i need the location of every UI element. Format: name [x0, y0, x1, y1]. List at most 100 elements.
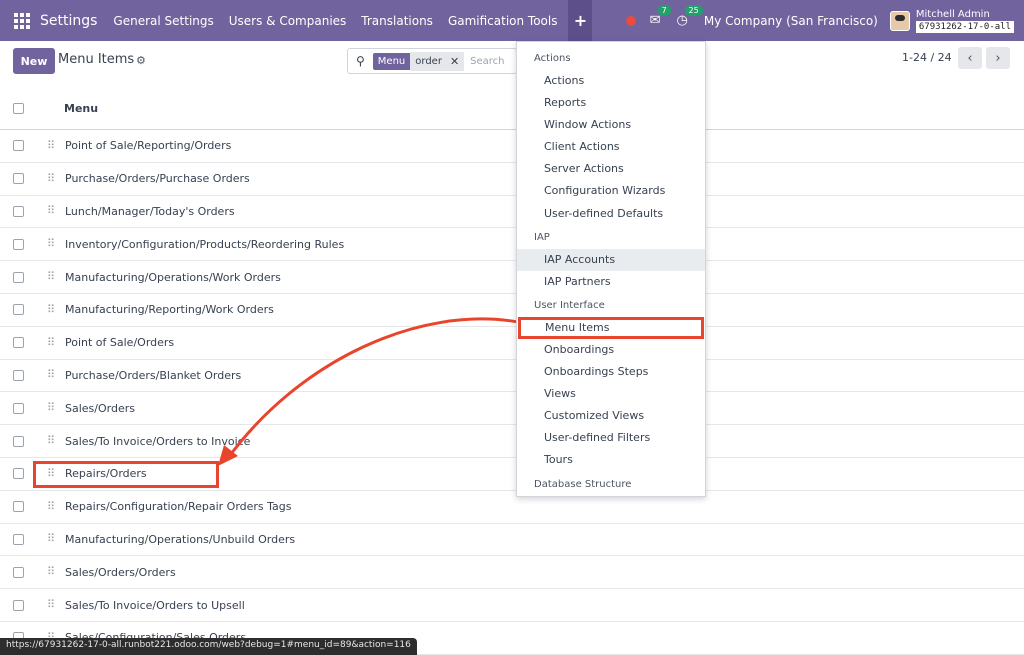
row-checkbox[interactable] — [13, 140, 24, 152]
table-row[interactable]: ⠿ Repairs/Configuration/Repair Orders Tag… — [0, 491, 1024, 524]
table-row[interactable]: ⠿ Lunch/Manager/Today's Orders — [0, 196, 1024, 229]
menu-cell[interactable]: Manufacturing/Operations/Unbuild Orders — [65, 533, 295, 546]
dropdown-item[interactable]: Tours — [517, 449, 705, 471]
dropdown-item[interactable]: Onboardings — [517, 339, 705, 361]
menu-cell[interactable]: Sales/To Invoice/Orders to Upsell — [65, 599, 245, 612]
dropdown-item[interactable]: Views — [517, 383, 705, 405]
dropdown-item[interactable]: Server Actions — [517, 158, 705, 180]
dropdown-item[interactable]: IAP Accounts — [517, 248, 705, 271]
dropdown-item[interactable]: Onboardings Steps — [517, 361, 705, 383]
column-header-menu[interactable]: Menu — [64, 102, 98, 115]
menu-cell[interactable]: Lunch/Manager/Today's Orders — [65, 205, 235, 218]
table-row[interactable]: ⠿ Manufacturing/Reporting/Work Orders — [0, 294, 1024, 327]
menu-cell[interactable]: Purchase/Orders/Blanket Orders — [65, 369, 241, 382]
drag-handle-icon[interactable]: ⠿ — [47, 533, 55, 544]
nav-gamification-tools[interactable]: Gamification Tools — [448, 14, 558, 28]
dropdown-item[interactable]: Client Actions — [517, 136, 705, 158]
drag-handle-icon[interactable]: ⠿ — [47, 238, 55, 249]
apps-menu-icon[interactable] — [14, 12, 30, 29]
messages-icon[interactable]: ✉ 7 — [650, 5, 671, 28]
drag-handle-icon[interactable]: ⠿ — [47, 566, 55, 577]
table-row[interactable]: ⠿ Manufacturing/Operations/Unbuild Orders — [0, 524, 1024, 557]
drag-handle-icon[interactable]: ⠿ — [47, 501, 55, 512]
drag-handle-icon[interactable]: ⠿ — [47, 337, 55, 348]
search-bar[interactable]: ⚲ Menu order ✕ Search — [347, 48, 517, 74]
table-row[interactable]: ⠿ Sales/Orders/Orders — [0, 556, 1024, 590]
dropdown-section-title: User Interface — [534, 299, 605, 311]
row-checkbox[interactable] — [13, 304, 24, 316]
nav-technical-plus-menu[interactable]: + — [568, 0, 593, 41]
new-button[interactable]: New — [13, 48, 55, 74]
company-switcher[interactable]: My Company (San Francisco) — [704, 14, 878, 28]
row-checkbox[interactable] — [13, 337, 24, 349]
row-checkbox[interactable] — [13, 173, 24, 185]
menu-cell[interactable]: Point of Sale/Reporting/Orders — [65, 139, 231, 152]
pager-previous-button[interactable]: ‹ — [958, 47, 982, 69]
row-checkbox[interactable] — [13, 205, 24, 217]
debug-bug-icon[interactable] — [625, 15, 636, 26]
row-checkbox[interactable] — [13, 468, 24, 480]
table-row[interactable]: ⠿ Sales/Orders — [0, 392, 1024, 426]
pager-value[interactable]: 1-24 / 24 — [902, 51, 952, 64]
row-checkbox[interactable] — [13, 402, 24, 414]
activities-clock-icon[interactable]: ◷ 25 — [677, 5, 703, 28]
menu-cell[interactable]: Purchase/Orders/Purchase Orders — [65, 172, 250, 185]
drag-handle-icon[interactable]: ⠿ — [47, 173, 55, 184]
dropdown-item[interactable]: User-defined Filters — [517, 427, 705, 449]
menu-cell[interactable]: Sales/Orders — [65, 402, 135, 415]
table-row[interactable]: ⠿ Purchase/Orders/Blanket Orders — [0, 360, 1024, 393]
dropdown-item[interactable]: User-defined Defaults — [517, 203, 705, 225]
dropdown-item[interactable]: Actions — [517, 70, 705, 92]
drag-handle-icon[interactable]: ⠿ — [47, 304, 55, 315]
dropdown-item[interactable]: IAP Partners — [517, 271, 705, 293]
row-checkbox[interactable] — [13, 599, 24, 611]
row-checkbox[interactable] — [13, 566, 24, 578]
table-row[interactable]: ⠿ Point of Sale/Reporting/Orders — [0, 130, 1024, 163]
menu-cell[interactable]: Manufacturing/Reporting/Work Orders — [65, 303, 274, 316]
menu-cell[interactable]: Sales/To Invoice/Orders to Invoice — [65, 435, 250, 448]
row-checkbox[interactable] — [13, 501, 24, 513]
row-checkbox[interactable] — [13, 271, 24, 283]
dropdown-item[interactable]: Reports — [517, 92, 705, 114]
nav-users-companies[interactable]: Users & Companies — [229, 14, 347, 28]
table-row[interactable]: ⠿ Manufacturing/Operations/Work Orders — [0, 261, 1024, 294]
table-row[interactable]: ⠿ Purchase/Orders/Purchase Orders — [0, 163, 1024, 196]
table-row[interactable]: ⠿ Point of Sale/Orders — [0, 327, 1024, 360]
menu-cell[interactable]: Point of Sale/Orders — [65, 336, 174, 349]
dropdown-item[interactable]: Configuration Wizards — [517, 180, 705, 202]
menu-cell[interactable]: Sales/Orders/Orders — [65, 566, 176, 579]
drag-handle-icon[interactable]: ⠿ — [47, 369, 55, 380]
pager-next-button[interactable]: › — [986, 47, 1010, 69]
row-checkbox[interactable] — [13, 435, 24, 447]
search-input[interactable]: Search — [470, 56, 504, 67]
search-icon[interactable]: ⚲ — [356, 54, 365, 68]
drag-handle-icon[interactable]: ⠿ — [47, 599, 55, 610]
dropdown-item[interactable]: Window Actions — [517, 114, 705, 136]
messages-count-badge: 7 — [657, 5, 671, 16]
dropdown-item[interactable]: Customized Views — [517, 405, 705, 427]
dropdown-item[interactable]: Menu Items — [518, 316, 704, 339]
nav-general-settings[interactable]: General Settings — [113, 14, 213, 28]
menu-cell[interactable]: Repairs/Configuration/Repair Orders Tags — [65, 500, 292, 513]
row-checkbox[interactable] — [13, 533, 24, 545]
drag-handle-icon[interactable]: ⠿ — [47, 140, 55, 151]
menu-cell[interactable]: Manufacturing/Operations/Work Orders — [65, 271, 281, 284]
drag-handle-icon[interactable]: ⠿ — [47, 271, 55, 282]
drag-handle-icon[interactable]: ⠿ — [47, 402, 55, 413]
drag-handle-icon[interactable]: ⠿ — [47, 435, 55, 446]
page-title[interactable]: Menu Items — [58, 52, 134, 67]
user-menu[interactable]: Mitchell Admin 67931262-17-0-all — [915, 9, 1014, 33]
table-row[interactable]: ⠿ Sales/To Invoice/Orders to Upsell — [0, 589, 1024, 622]
app-brand[interactable]: Settings — [40, 13, 97, 29]
row-checkbox[interactable] — [13, 369, 24, 381]
facet-remove-icon[interactable]: ✕ — [450, 55, 459, 68]
menu-cell[interactable]: Inventory/Configuration/Products/Reorder… — [65, 238, 344, 251]
user-avatar[interactable] — [889, 10, 910, 31]
select-all-checkbox[interactable] — [13, 103, 24, 114]
drag-handle-icon[interactable]: ⠿ — [47, 205, 55, 216]
gear-icon[interactable]: ⚙ — [136, 54, 146, 67]
table-row[interactable]: ⠿ Inventory/Configuration/Products/Reorde… — [0, 228, 1024, 262]
table-row[interactable]: ⠿ Sales/To Invoice/Orders to Invoice — [0, 425, 1024, 458]
row-checkbox[interactable] — [13, 238, 24, 250]
nav-translations[interactable]: Translations — [361, 14, 433, 28]
